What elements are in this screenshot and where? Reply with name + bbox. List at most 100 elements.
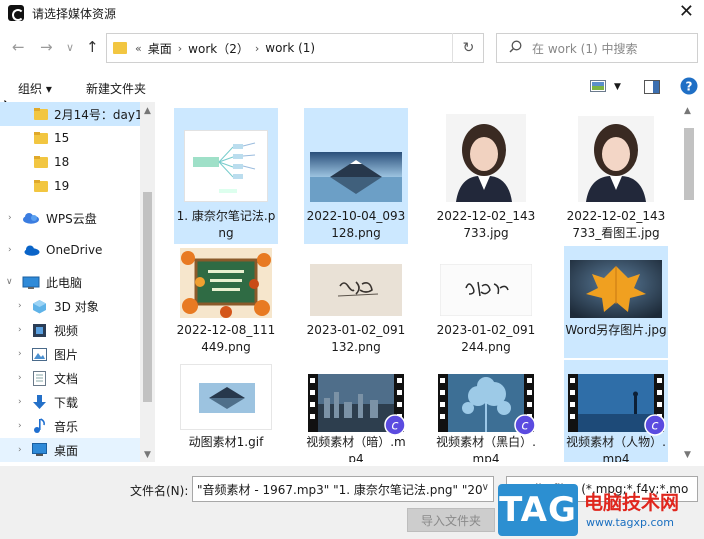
sidebar-item-day1[interactable]: 2月14号：day1 (0, 102, 143, 126)
breadcrumb-item[interactable]: work（2） (188, 40, 249, 57)
expand-chevron-icon[interactable]: › (18, 445, 22, 455)
collapse-chevron-icon[interactable]: ∨ (6, 277, 13, 287)
forward-arrow-icon[interactable]: → (40, 38, 53, 56)
sidebar-item-15[interactable]: 15 (0, 126, 140, 150)
window-title: 请选择媒体资源 (32, 6, 117, 21)
scrollbar-thumb[interactable] (684, 128, 694, 200)
chevron-right-icon[interactable]: › (255, 42, 259, 55)
organize-menu[interactable]: 组织 ▾ (18, 80, 52, 97)
file-item[interactable]: 2022-12-02_143733_看图王.jpg (564, 108, 668, 244)
sidebar-item-19[interactable]: 19 (0, 174, 140, 198)
chevron-right-icon[interactable]: › (178, 42, 182, 55)
music-note-icon (32, 418, 47, 437)
refresh-icon[interactable]: ↻ (452, 33, 484, 63)
back-arrow-icon[interactable]: ← (12, 38, 25, 56)
sidebar-item-downloads[interactable]: › 下载 (0, 390, 140, 414)
expand-chevron-icon[interactable]: › (18, 325, 22, 335)
download-arrow-icon (32, 394, 47, 413)
file-name: 2022-12-02_143733.jpg (436, 209, 536, 240)
expand-chevron-icon[interactable]: › (18, 301, 22, 311)
file-item[interactable]: 1. 康奈尔笔记法.png (174, 108, 278, 244)
breadcrumb: 桌面 › work（2） › work (1) (142, 40, 321, 57)
close-icon[interactable]: ✕ (679, 2, 694, 22)
address-bar[interactable]: « 桌面 › work（2） › work (1) (106, 33, 484, 63)
breadcrumb-overflow[interactable]: « (135, 42, 142, 55)
sidebar-item-label: 视频 (54, 323, 79, 338)
thumbnail-mountain (310, 152, 402, 202)
view-dropdown-icon[interactable]: ▼ (614, 82, 621, 92)
file-grid-scrollbar[interactable]: ▲ ▼ (680, 102, 698, 462)
thumbnail-signature (310, 264, 402, 316)
search-icon (509, 40, 522, 57)
scroll-up-icon[interactable]: ▲ (144, 106, 151, 116)
sidebar-item-label: 此电脑 (46, 275, 83, 290)
sidebar-item-this-pc[interactable]: ∨ 此电脑 (0, 270, 140, 294)
import-folder-button[interactable]: 导入文件夹 (407, 508, 495, 532)
folder-icon (34, 180, 48, 195)
file-name: 视频素材（暗）.mp4 (306, 435, 406, 462)
title-bar: 请选择媒体资源 ✕ (0, 0, 704, 26)
file-item[interactable]: 2022-12-02_143733.jpg (434, 108, 538, 244)
breadcrumb-item[interactable]: 桌面 (148, 40, 172, 57)
help-icon[interactable]: ? (680, 77, 698, 95)
expand-chevron-icon[interactable]: › (18, 373, 22, 383)
file-name: 视频素材（黑白）.mp4 (436, 435, 536, 462)
file-name: 2022-10-04_093128.png (306, 209, 406, 240)
expand-chevron-icon[interactable]: › (8, 213, 12, 223)
sidebar-item-documents[interactable]: › 文档 (0, 366, 140, 390)
search-input[interactable]: 在 work (1) 中搜索 (496, 33, 698, 63)
file-name: 视频素材（人物）.mp4 (566, 435, 666, 462)
expand-chevron-icon[interactable]: › (18, 349, 22, 359)
sidebar-item-wps-cloud[interactable]: › WPS云盘 (0, 206, 140, 230)
scroll-up-icon[interactable]: ▲ (684, 106, 691, 116)
scroll-down-icon[interactable]: ▼ (144, 450, 151, 460)
file-item[interactable]: c 视频素材（暗）.mp4 (304, 360, 408, 462)
sidebar-item-label: 桌面 (54, 443, 79, 458)
preview-pane-icon[interactable] (644, 80, 660, 94)
file-item[interactable]: Word另存图片.jpg (564, 246, 668, 358)
chevron-down-icon[interactable]: ∨ (482, 482, 489, 493)
sidebar-item-label: OneDrive (46, 243, 103, 257)
up-arrow-icon[interactable]: ↑ (86, 38, 99, 56)
folder-icon (34, 132, 48, 147)
thumbnail-mindmap (184, 130, 268, 202)
sidebar-item-pictures[interactable]: › 图片 (0, 342, 140, 366)
filename-label: 文件名(N): (130, 484, 189, 498)
sidebar-item-label: 音乐 (54, 419, 79, 434)
expand-chevron-icon[interactable]: › (8, 245, 12, 255)
scrollbar-thumb[interactable] (143, 192, 152, 402)
sidebar-item-music[interactable]: › 音乐 (0, 414, 140, 438)
sidebar-item-onedrive[interactable]: › OneDrive (0, 238, 140, 262)
search-placeholder: 在 work (1) 中搜索 (532, 41, 638, 56)
expand-chevron-icon[interactable]: › (18, 397, 22, 407)
thumbnail-portrait (446, 114, 526, 202)
sidebar-item-18[interactable]: 18 (0, 150, 140, 174)
file-item[interactable]: c 视频素材（人物）.mp4 (564, 360, 668, 462)
document-icon (33, 371, 46, 389)
navigation-bar: ← → ∨ ↑ « 桌面 › work（2） › work (1) ↻ 在 wo… (0, 30, 704, 66)
file-item[interactable]: 2022-12-08_111449.png (174, 246, 278, 358)
computer-icon (22, 276, 40, 293)
expand-chevron-icon[interactable]: › (18, 421, 22, 431)
folder-icon (34, 156, 48, 171)
sidebar-item-3d-objects[interactable]: › 3D 对象 (0, 294, 140, 318)
file-item[interactable]: 2023-01-02_091132.png (304, 246, 408, 358)
sidebar-item-desktop[interactable]: › 桌面 (0, 438, 140, 462)
scroll-down-icon[interactable]: ▼ (684, 450, 691, 460)
navigation-pane-scrollbar[interactable]: ▲ ▼ (140, 102, 155, 462)
view-mode-icon[interactable] (590, 80, 606, 92)
recent-dropdown-icon[interactable]: ∨ (66, 41, 74, 54)
watermark-site-url: www.tagxp.com (586, 516, 674, 529)
file-item[interactable]: 2022-10-04_093128.png (304, 108, 408, 244)
file-item[interactable]: c 视频素材（黑白）.mp4 (434, 360, 538, 462)
file-item[interactable]: 动图素材1.gif (174, 360, 278, 462)
sidebar-item-videos[interactable]: › 视频 (0, 318, 140, 342)
breadcrumb-item[interactable]: work (1) (265, 41, 315, 55)
sidebar-item-label: WPS云盘 (46, 211, 97, 226)
file-grid: 1. 康奈尔笔记法.png 2022-10-04_093128.png 2022… (160, 102, 670, 462)
filename-input[interactable]: "音频素材 - 1967.mp3" "1. 康奈尔笔记法.png" "20 ∨ (192, 476, 494, 502)
film-icon (32, 323, 47, 341)
new-folder-button[interactable]: 新建文件夹 (86, 80, 146, 97)
file-item[interactable]: 2023-01-02_091244.png (434, 246, 538, 358)
filename-value: "音频素材 - 1967.mp3" "1. 康奈尔笔记法.png" "20 (197, 482, 483, 497)
